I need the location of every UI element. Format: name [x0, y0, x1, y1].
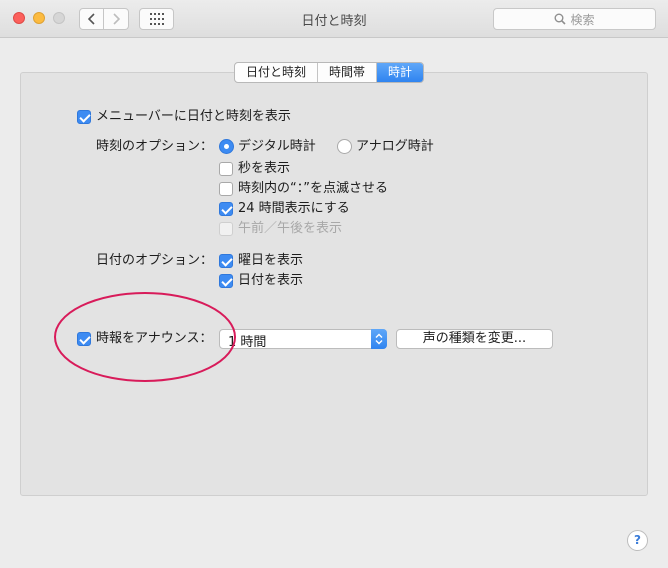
show-day-of-week-label: 曜日を表示 [238, 253, 304, 268]
show-in-menubar-checkbox[interactable] [77, 110, 91, 124]
settings-panel [20, 72, 648, 496]
help-button[interactable]: ? [627, 530, 648, 551]
tab-clock[interactable]: 時計 [377, 63, 424, 82]
search-icon [554, 13, 567, 25]
updown-arrows-icon [371, 329, 387, 349]
date-options-label: 日付のオプション： [96, 253, 214, 268]
show-date-label: 日付を表示 [238, 273, 304, 288]
digital-clock-label: デジタル時計 [238, 139, 316, 154]
title-bar: 日付と時刻 検索 [0, 0, 668, 38]
analog-clock-label: アナログ時計 [356, 139, 434, 154]
show-seconds-checkbox[interactable] [219, 162, 233, 176]
show-day-of-week-checkbox[interactable] [219, 254, 233, 268]
use-24-hour-checkbox[interactable] [219, 202, 233, 216]
use-24-hour-label: 24 時間表示にする [238, 201, 350, 216]
time-options-label: 時刻のオプション： [96, 139, 214, 154]
show-in-menubar-label: メニューバーに日付と時刻を表示 [96, 109, 291, 124]
announce-interval-popup[interactable]: 1 時間 [219, 329, 387, 350]
show-ampm-label: 午前／午後を表示 [238, 221, 343, 236]
digital-clock-radio[interactable] [219, 139, 234, 154]
customize-voice-button[interactable]: 声の種類を変更... [396, 329, 553, 349]
flash-separators-label: 時刻内の“：”を点滅させる [238, 181, 388, 196]
tab-bar: 日付と時刻 時間帯 時計 [234, 62, 425, 83]
tab-date-time[interactable]: 日付と時刻 [235, 63, 319, 82]
flash-separators-checkbox[interactable] [219, 182, 233, 196]
tab-time-zone[interactable]: 時間帯 [318, 63, 378, 82]
search-placeholder: 検索 [570, 12, 595, 27]
announce-time-label: 時報をアナウンス： [96, 331, 213, 346]
announce-interval-value: 1 時間 [228, 335, 267, 350]
announce-time-checkbox[interactable] [77, 332, 91, 346]
show-ampm-checkbox [219, 222, 233, 236]
show-date-checkbox[interactable] [219, 274, 233, 288]
show-seconds-label: 秒を表示 [238, 161, 291, 176]
search-field[interactable]: 検索 [493, 8, 656, 30]
analog-clock-radio[interactable] [337, 139, 352, 154]
